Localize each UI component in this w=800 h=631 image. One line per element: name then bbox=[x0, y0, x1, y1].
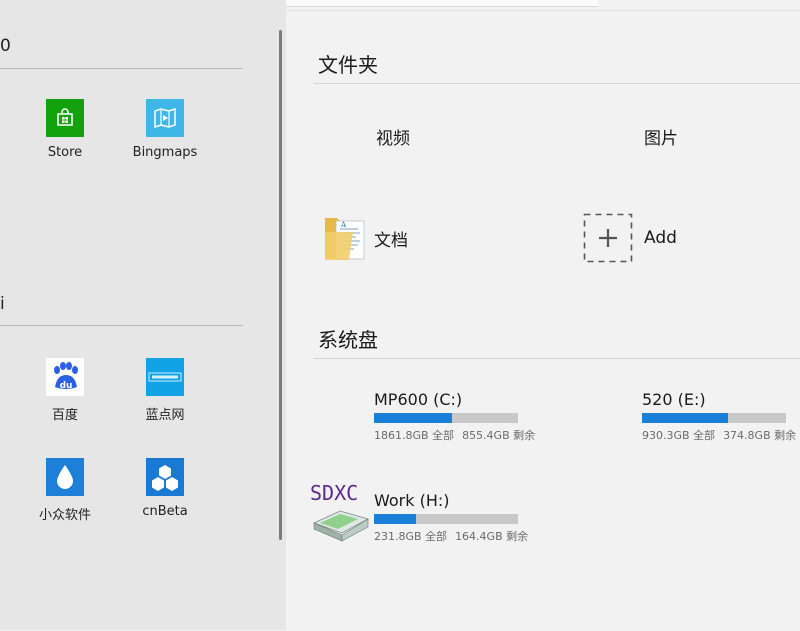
drive-usage-fill bbox=[642, 413, 729, 423]
folder-label: 图片 bbox=[644, 128, 678, 149]
drive-usage-bar bbox=[374, 413, 518, 423]
baidu-icon: du bbox=[46, 358, 84, 396]
drive-total: 1861.8GB 全部 bbox=[374, 429, 455, 442]
drive-usage-bar bbox=[374, 514, 518, 524]
section-divider bbox=[314, 83, 800, 84]
drive-name: MP600 (C:) bbox=[374, 390, 463, 409]
app-list-panel: 0 Store Bingmaps i du 百度 蓝点网 小众软件 cnBeta bbox=[0, 0, 286, 630]
app-label: Bingmaps bbox=[132, 145, 198, 160]
section-title-folders: 文件夹 bbox=[318, 53, 378, 77]
folder-blank-icon bbox=[590, 110, 642, 162]
group-header: 0 bbox=[0, 36, 11, 56]
app-tile-appinn[interactable]: 小众软件 bbox=[15, 458, 115, 523]
drive-e[interactable]: 520 (E:) 930.3GB 全部 374.8GB 剩余 bbox=[642, 390, 800, 443]
app-tile-cnbeta[interactable]: cnBeta bbox=[115, 458, 215, 519]
folder-item-documents[interactable]: A 文档 bbox=[320, 211, 408, 265]
add-folder-button[interactable]: Add bbox=[582, 211, 677, 265]
folder-blank-icon bbox=[322, 110, 374, 162]
drive-usage-fill bbox=[374, 514, 416, 524]
section-title-drives: 系统盘 bbox=[318, 328, 378, 352]
add-icon bbox=[582, 212, 634, 264]
folder-item-pictures[interactable]: 图片 bbox=[590, 109, 678, 163]
drive-stats: 930.3GB 全部 374.8GB 剩余 bbox=[642, 427, 800, 443]
sdxc-card-icon: SDXC bbox=[310, 481, 372, 543]
folder-label: Add bbox=[644, 228, 677, 248]
app-label: cnBeta bbox=[142, 504, 188, 519]
app-label: 百度 bbox=[51, 408, 78, 423]
svg-text:du: du bbox=[60, 381, 73, 391]
drive-stats: 1861.8GB 全部 855.4GB 剩余 bbox=[374, 427, 614, 443]
svg-text:A: A bbox=[340, 221, 347, 229]
sdxc-text: SDXC bbox=[310, 481, 359, 505]
folder-item-videos[interactable]: 视频 bbox=[322, 109, 410, 163]
drive-usage-fill bbox=[374, 413, 452, 423]
drive-total: 930.3GB 全部 bbox=[642, 429, 716, 442]
documents-folder-icon: A bbox=[320, 212, 372, 264]
group-divider bbox=[0, 325, 243, 326]
app-label: Store bbox=[47, 145, 83, 160]
drive-stats: 231.8GB 全部 164.4GB 剩余 bbox=[374, 528, 614, 544]
app-tile-baidu[interactable]: du 百度 bbox=[15, 358, 115, 423]
this-pc-panel: 文件夹 视频 图片 A 文档 Add 系统盘 MP600 (C:) 1861.8… bbox=[286, 10, 800, 631]
drive-total: 231.8GB 全部 bbox=[374, 530, 448, 543]
app-tile-landian[interactable]: 蓝点网 bbox=[115, 358, 215, 423]
cnbeta-icon bbox=[146, 458, 184, 496]
drive-usage-bar bbox=[642, 413, 786, 423]
app-tile-store[interactable]: Store bbox=[15, 99, 115, 160]
app-tile-bingmaps[interactable]: Bingmaps bbox=[115, 99, 215, 160]
group-header: i bbox=[0, 294, 5, 314]
appinn-icon bbox=[46, 458, 84, 496]
drive-name: Work (H:) bbox=[374, 491, 450, 510]
folder-label: 文档 bbox=[374, 230, 408, 251]
app-label: 小众软件 bbox=[38, 508, 91, 523]
drive-free: 855.4GB 剩余 bbox=[462, 429, 536, 442]
drive-free: 374.8GB 剩余 bbox=[723, 429, 797, 442]
bingmaps-icon bbox=[146, 99, 184, 137]
drive-h[interactable]: Work (H:) 231.8GB 全部 164.4GB 剩余 bbox=[374, 491, 614, 544]
landian-icon bbox=[146, 358, 184, 396]
drive-name: 520 (E:) bbox=[642, 390, 706, 409]
group-divider bbox=[0, 68, 243, 69]
store-icon bbox=[46, 99, 84, 137]
drive-c[interactable]: MP600 (C:) 1861.8GB 全部 855.4GB 剩余 bbox=[374, 390, 614, 443]
drive-free: 164.4GB 剩余 bbox=[455, 530, 529, 543]
section-divider bbox=[314, 358, 800, 359]
folder-label: 视频 bbox=[376, 128, 410, 149]
scrollbar[interactable] bbox=[279, 30, 282, 540]
app-label: 蓝点网 bbox=[145, 408, 185, 423]
